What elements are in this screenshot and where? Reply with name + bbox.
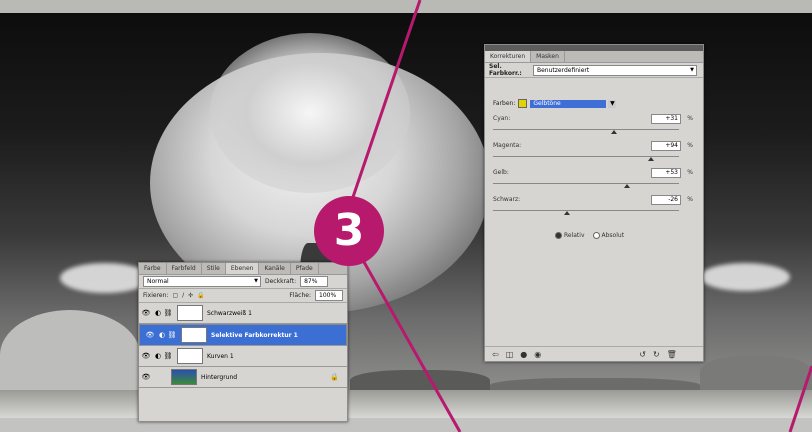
callout-line-bottom (362, 261, 462, 432)
step-badge: 3 (314, 196, 384, 266)
callout-line-top (350, 0, 422, 201)
callout-lines (350, 0, 812, 432)
callout-line-right (788, 365, 812, 432)
